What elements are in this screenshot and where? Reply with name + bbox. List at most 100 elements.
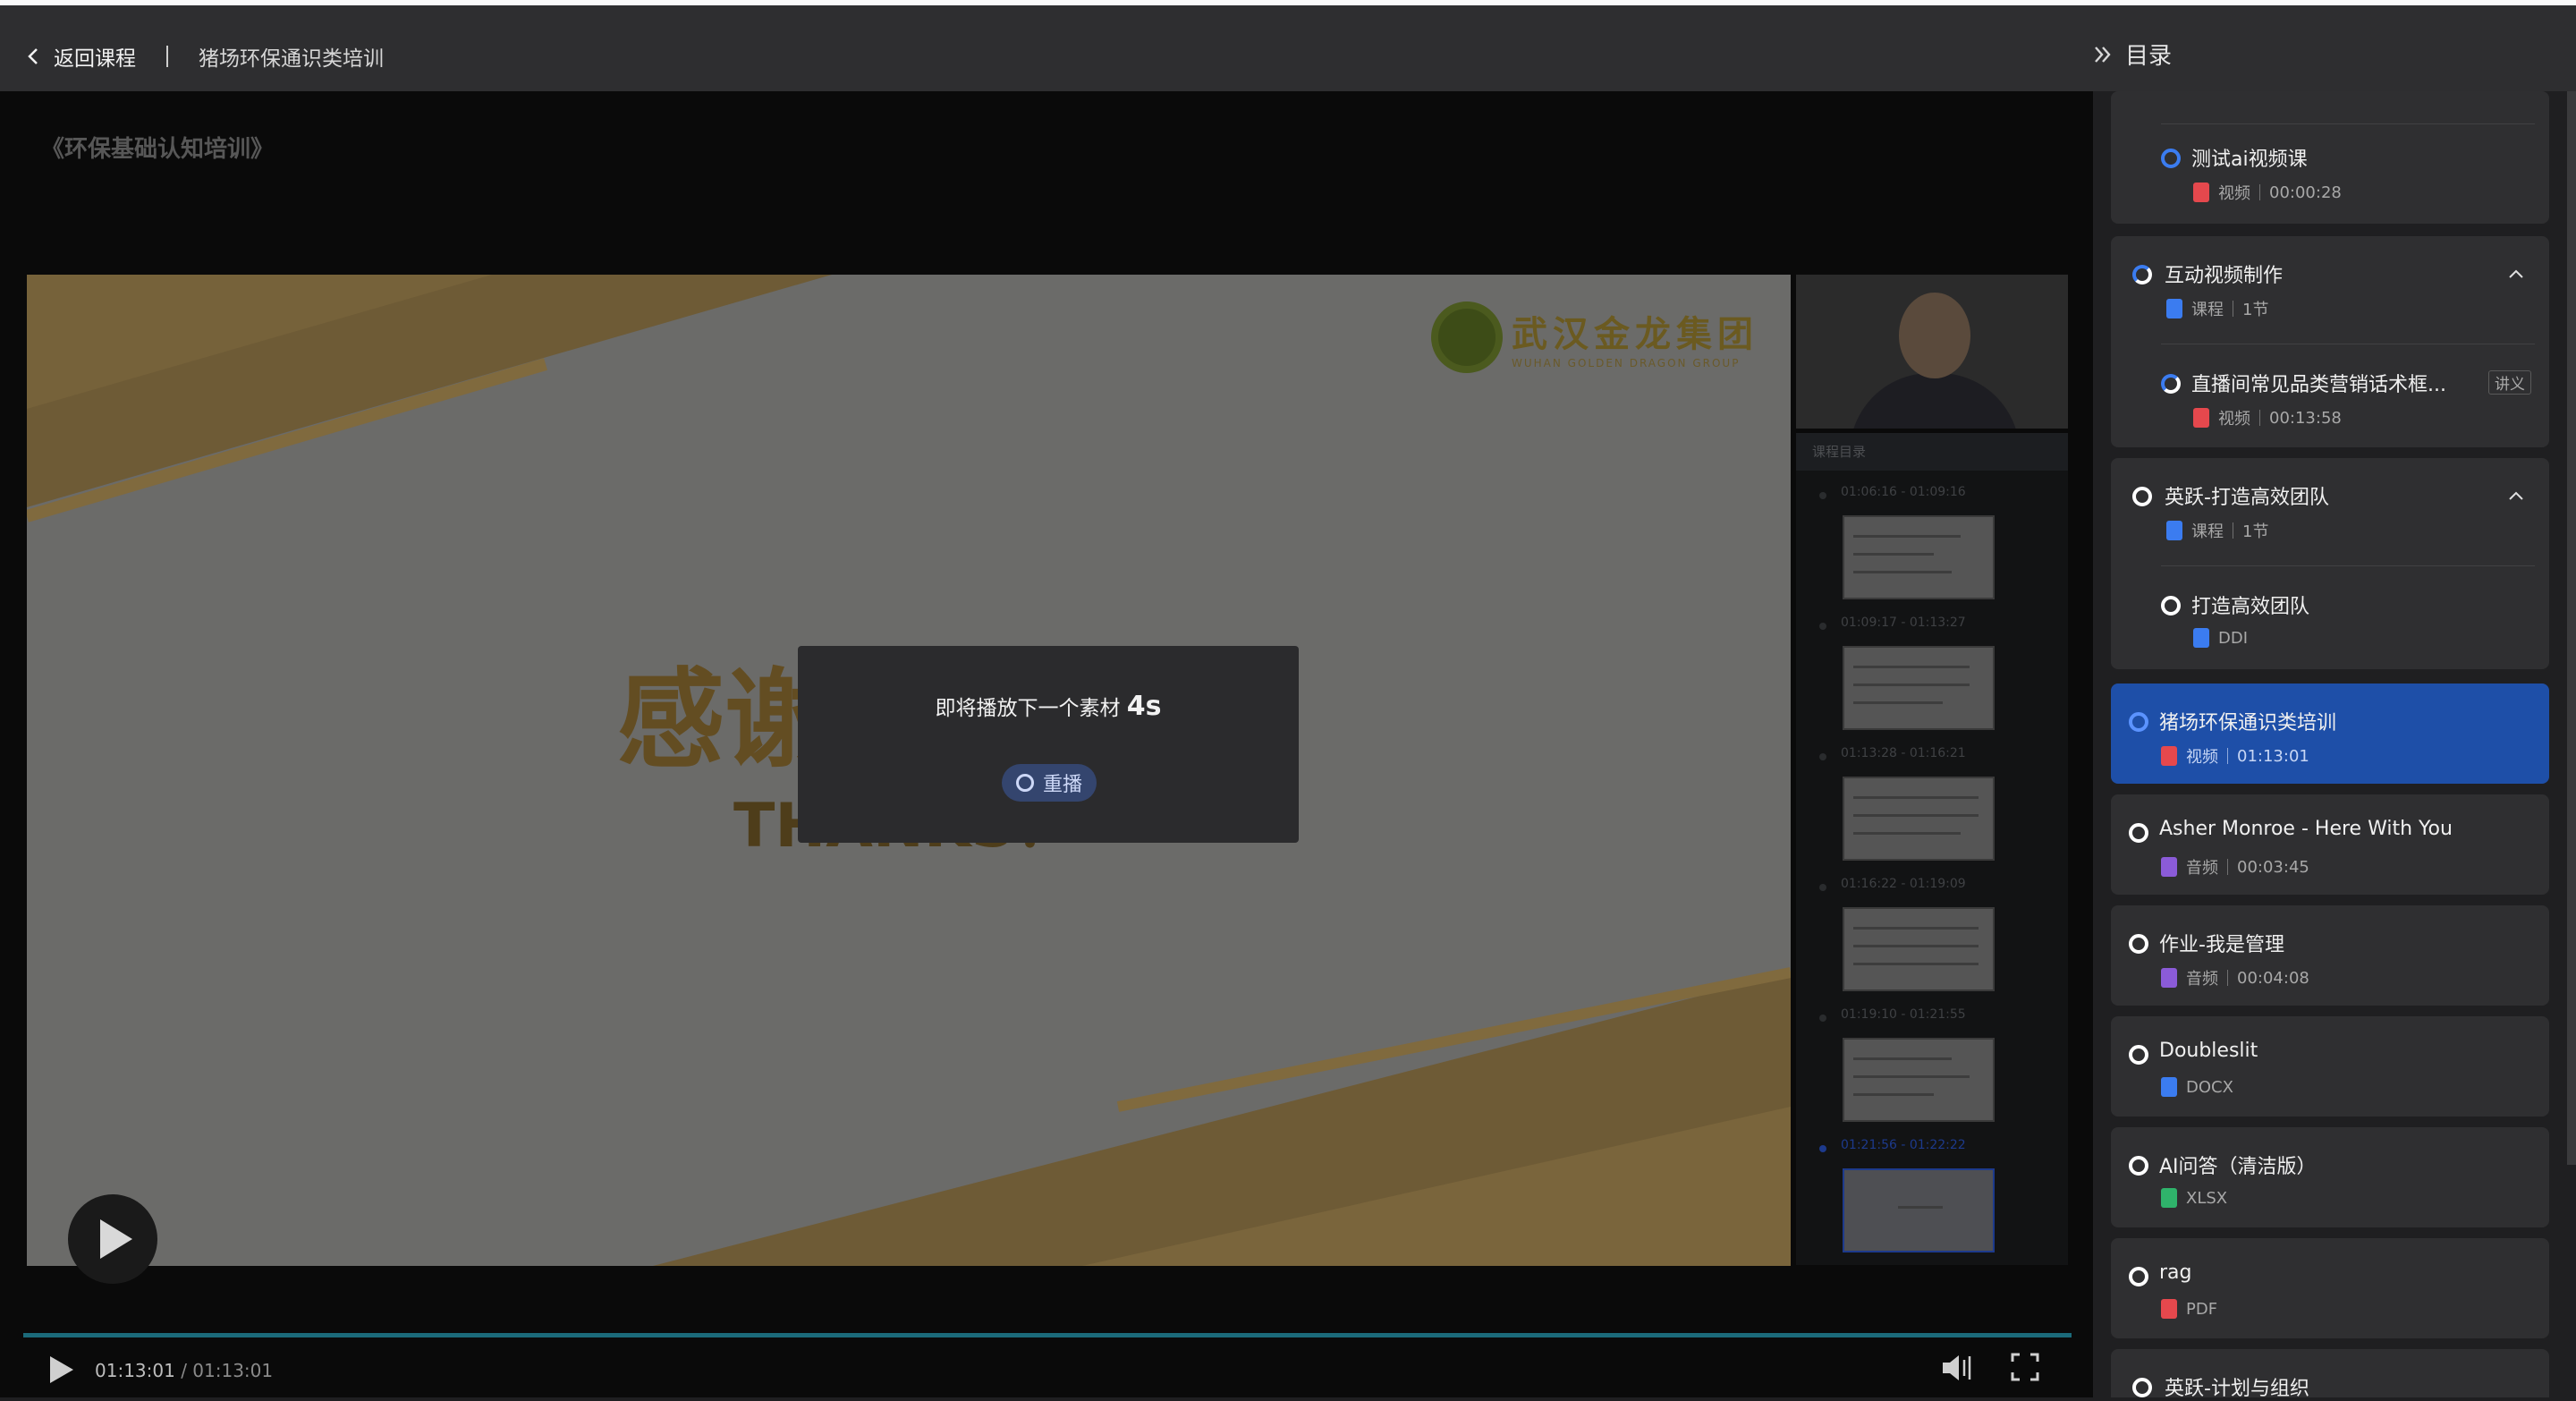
toc-item-type: 视频 <box>2218 184 2250 203</box>
toc-item-meta: DDI <box>2193 628 2248 648</box>
fullscreen-icon[interactable] <box>2011 1353 2039 1381</box>
toc-item-title: 测试ai视频课 <box>2191 149 2308 171</box>
toc-panel: 测试ai视频课 视频 00:00:28 互动视频制作 课程 1节 直播间常见品类… <box>2093 91 2576 1400</box>
presenter-body <box>1850 373 2020 429</box>
toc-item-title: 直播间常见品类营销话术框... <box>2191 374 2446 396</box>
toc-item-title: Doubleslit <box>2159 1040 2258 1062</box>
toc-group-card: 英跃-打造高效团队 课程 1节 打造高效团队 DDI <box>2111 458 2549 669</box>
progress-bar[interactable] <box>23 1333 2072 1337</box>
play-icon <box>100 1219 132 1259</box>
double-chevron-right-icon <box>2095 46 2111 63</box>
toc-item-title: AI问答（清洁版） <box>2159 1156 2317 1178</box>
status-ring-icon <box>2161 596 2181 616</box>
toc-item-duration: 00:04:08 <box>2237 968 2309 988</box>
replay-button[interactable]: 重播 <box>1002 764 1097 802</box>
status-ring-icon <box>2132 487 2152 506</box>
chevron-up-icon[interactable] <box>2508 268 2524 279</box>
chapter-dot <box>1819 753 1826 760</box>
toc-item-type: 音频 <box>2186 970 2218 989</box>
ddi-file-icon <box>2193 628 2209 648</box>
toc-toggle-button[interactable]: 目录 <box>2093 38 2172 71</box>
toc-item-meta: 视频 00:13:58 <box>2193 406 2342 429</box>
toc-item[interactable]: 作业-我是管理 音频 00:04:08 <box>2111 905 2549 1006</box>
status-ring-icon <box>2129 1156 2148 1176</box>
toc-item-duration: 00:00:28 <box>2269 183 2342 202</box>
status-ring-icon <box>2129 934 2148 954</box>
toc-group-card[interactable]: 英跃-计划与组织 <box>2111 1349 2549 1400</box>
toc-item-title: 英跃-计划与组织 <box>2165 1378 2309 1400</box>
chapter-thumbnail[interactable] <box>1843 777 1995 861</box>
chapter-thumbnail[interactable] <box>1843 646 1995 730</box>
toc-item-duration: 00:03:45 <box>2237 857 2309 877</box>
toc-item[interactable]: Doubleslit DOCX <box>2111 1016 2549 1117</box>
toc-item[interactable]: Asher Monroe - Here With You 音频 00:03:45 <box>2111 794 2549 895</box>
chapter-dot <box>1819 492 1826 499</box>
toc-item-type: 视频 <box>2186 748 2218 767</box>
chevron-up-icon[interactable] <box>2508 490 2524 501</box>
chapter-thumbnail[interactable] <box>1843 1038 1995 1122</box>
toc-item-meta: 音频 00:04:08 <box>2161 966 2309 989</box>
toc-item-meta: 视频 01:13:01 <box>2161 744 2309 768</box>
docx-file-icon <box>2161 1077 2177 1097</box>
toc-item-type: 课程 <box>2191 301 2224 319</box>
chapter-time: 01:09:17 - 01:13:27 <box>1841 616 1966 630</box>
toc-group-card: 互动视频制作 课程 1节 直播间常见品类营销话术框... 讲义 视频 00:13… <box>2111 236 2549 447</box>
toc-item-type: DOCX <box>2186 1077 2233 1097</box>
volume-muted-icon[interactable] <box>1941 1353 1973 1383</box>
toc-item-title: 英跃-打造高效团队 <box>2165 487 2329 509</box>
breadcrumb-course-title: 猪场环保通识类培训 <box>199 47 384 71</box>
toc-item-meta: DOCX <box>2161 1077 2233 1097</box>
toc-item[interactable]: AI问答（清洁版） XLSX <box>2111 1127 2549 1227</box>
chapter-time: 01:19:10 - 01:21:55 <box>1841 1007 1966 1022</box>
chapter-thumbnail[interactable] <box>1843 907 1995 991</box>
status-ring-icon <box>2129 1045 2148 1065</box>
toc-item-meta: 视频 00:00:28 <box>2193 181 2342 204</box>
status-ring-icon <box>2132 265 2152 284</box>
time-display: 01:13:01 / 01:13:01 <box>95 1360 273 1381</box>
chapter-thumbnail[interactable] <box>1843 515 1995 599</box>
toc-title: 目录 <box>2125 43 2173 70</box>
total-time: / 01:13:01 <box>181 1360 274 1381</box>
status-ring-icon <box>2161 374 2181 394</box>
player-controls: 01:13:01 / 01:13:01 <box>0 1342 2093 1397</box>
toc-item-type: 视频 <box>2218 410 2250 429</box>
toc-item-meta: XLSX <box>2161 1188 2227 1208</box>
course-icon <box>2166 521 2182 540</box>
pdf-file-icon <box>2161 1299 2177 1319</box>
toc-item-duration: 1节 <box>2242 301 2269 319</box>
toc-item-duration: 01:13:01 <box>2237 746 2309 766</box>
chapter-dot <box>1819 884 1826 891</box>
divider <box>166 46 168 67</box>
toc-item-active[interactable]: 猪场环保通识类培训 视频 01:13:01 <box>2111 684 2549 784</box>
slide-course-title: 《环保基础认知培训》 <box>41 136 275 163</box>
logo-emblem-icon <box>1431 301 1503 373</box>
logo-text-cn: 武汉金龙集团 <box>1512 313 1758 355</box>
chapter-thumbnail-active[interactable] <box>1843 1168 1995 1252</box>
big-play-button[interactable] <box>68 1194 157 1284</box>
toc-item-title: 打造高效团队 <box>2191 596 2310 618</box>
back-label: 返回课程 <box>54 47 136 71</box>
xlsx-file-icon <box>2161 1188 2177 1208</box>
back-to-course-button[interactable]: 返回课程 猪场环保通识类培训 <box>25 41 384 72</box>
toc-item-title: 作业-我是管理 <box>2159 934 2284 956</box>
next-item-overlay: 即将播放下一个素材 4s 重播 <box>798 646 1299 843</box>
presenter-head <box>1899 293 1970 378</box>
toc-item-title: rag <box>2159 1261 2192 1284</box>
toc-item-type: XLSX <box>2186 1188 2228 1208</box>
replay-label: 重播 <box>1042 774 1082 796</box>
status-ring-icon <box>2129 823 2148 843</box>
toc-scrollbar[interactable] <box>2567 91 2576 1165</box>
video-file-icon <box>2161 746 2177 766</box>
video-file-icon <box>2193 408 2209 428</box>
toc-item-title: 猪场环保通识类培训 <box>2159 712 2337 734</box>
chapter-dot-active <box>1819 1145 1826 1152</box>
chapter-time: 01:13:28 - 01:16:21 <box>1841 746 1966 760</box>
countdown: 4s <box>1126 691 1162 722</box>
toc-item[interactable]: rag PDF <box>2111 1238 2549 1338</box>
play-icon[interactable] <box>50 1356 73 1383</box>
toc-item-meta: PDF <box>2161 1299 2217 1319</box>
in-video-chapter-list: 课程目录 01:06:16 - 01:09:16 01:09:17 - 01:1… <box>1796 433 2068 1265</box>
audio-file-icon <box>2161 968 2177 988</box>
chapter-dot <box>1819 1015 1826 1022</box>
chapter-dot <box>1819 623 1826 630</box>
